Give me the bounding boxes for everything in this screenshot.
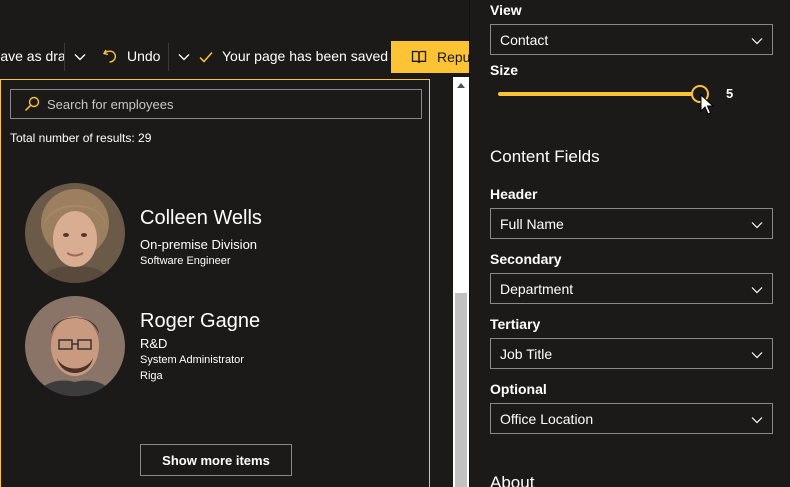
secondary-field-value: Department	[500, 281, 574, 297]
view-label: View	[490, 2, 522, 18]
scrollbar[interactable]	[453, 77, 469, 487]
content-fields-title: Content Fields	[490, 147, 600, 166]
chevron-down-icon	[751, 222, 763, 229]
person-card[interactable]: Roger Gagne R&D System Administrator Rig…	[25, 296, 425, 396]
search-icon	[24, 96, 40, 112]
size-label: Size	[490, 62, 519, 78]
undo-button[interactable]: Undo	[127, 48, 160, 64]
field-label-tertiary: Tertiary	[490, 316, 541, 332]
optional-field-dropdown[interactable]: Office Location	[490, 403, 773, 434]
chevron-down-icon	[751, 38, 763, 45]
person-card[interactable]: Colleen Wells On-premise Division Softwa…	[25, 183, 425, 283]
chevron-down-icon	[751, 352, 763, 359]
person-name: Roger Gagne	[140, 310, 261, 332]
person-office: Riga	[140, 370, 163, 382]
saved-status: Your page has been saved	[222, 48, 389, 64]
scroll-thumb[interactable]	[455, 293, 467, 487]
total-results: Total number of results: 29	[10, 131, 152, 145]
size-slider-value: 5	[726, 86, 734, 101]
republish-button[interactable]: Republish	[391, 41, 469, 73]
header-field-dropdown[interactable]: Full Name	[490, 208, 773, 239]
app-root: Save as draft Undo Your page has been sa…	[0, 0, 790, 487]
tertiary-field-value: Job Title	[500, 346, 553, 362]
chevron-down-icon[interactable]	[177, 50, 191, 64]
toolbar-divider	[168, 43, 169, 71]
tertiary-field-dropdown[interactable]: Job Title	[490, 338, 773, 369]
person-department: R&D	[140, 336, 168, 351]
cursor-icon	[700, 94, 714, 115]
undo-icon[interactable]	[101, 47, 119, 65]
optional-field-value: Office Location	[500, 411, 594, 427]
avatar	[25, 183, 125, 283]
field-label-optional: Optional	[490, 381, 547, 397]
toolbar-divider	[64, 43, 65, 71]
search-input[interactable]: Search for employees	[10, 89, 422, 119]
scroll-up-icon[interactable]	[457, 83, 465, 88]
field-label-secondary: Secondary	[490, 251, 562, 267]
save-as-draft-label: Save as draft	[0, 48, 64, 64]
about-title: About	[490, 473, 535, 487]
save-as-draft-button[interactable]: Save as draft	[0, 48, 64, 64]
person-name: Colleen Wells	[140, 207, 262, 229]
header-field-value: Full Name	[500, 216, 564, 232]
checkmark-icon	[199, 52, 213, 63]
command-bar: Save as draft Undo Your page has been sa…	[0, 37, 469, 77]
person-job-title: System Administrator	[140, 354, 244, 366]
republish-label: Republish	[437, 49, 469, 65]
book-icon	[411, 50, 427, 64]
chevron-down-icon	[751, 287, 763, 294]
view-dropdown-value: Contact	[500, 32, 549, 48]
chevron-down-icon[interactable]	[73, 50, 87, 64]
field-label-header: Header	[490, 186, 538, 202]
avatar	[25, 296, 125, 396]
people-search-webpart[interactable]: Search for employees Total number of res…	[0, 79, 430, 487]
property-pane: View Contact Size 5 Content Fields Heade…	[470, 0, 790, 487]
chevron-down-icon	[751, 417, 763, 424]
size-slider-track[interactable]	[498, 92, 701, 96]
view-dropdown[interactable]: Contact	[490, 24, 773, 55]
show-more-button[interactable]: Show more items	[140, 444, 292, 476]
person-job-title: Software Engineer	[140, 255, 231, 267]
person-department: On-premise Division	[140, 237, 258, 252]
secondary-field-dropdown[interactable]: Department	[490, 273, 773, 304]
search-placeholder: Search for employees	[47, 97, 174, 112]
